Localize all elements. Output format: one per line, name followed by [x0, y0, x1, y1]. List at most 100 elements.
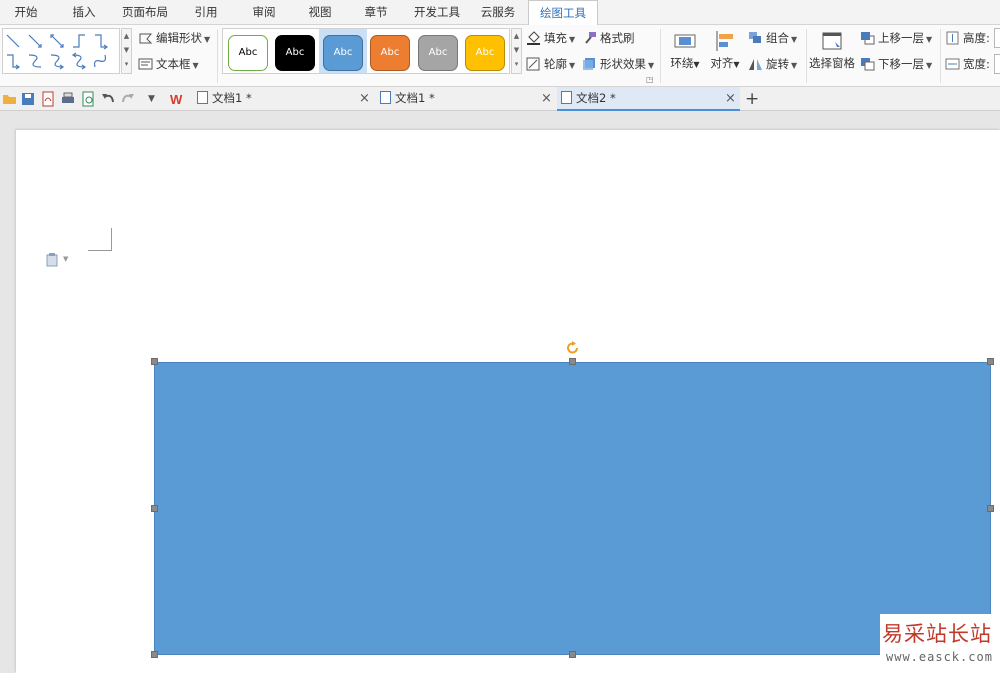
bring-forward-label: 上移一层 [878, 31, 924, 45]
save-icon[interactable] [20, 91, 36, 107]
group-icon [748, 31, 763, 45]
dialog-launcher-icon[interactable]: ◳ [646, 75, 654, 84]
doc-tab-title: 文档1 * [395, 91, 435, 105]
line-shapes-icon [6, 34, 109, 70]
format-painter-button[interactable]: 格式刷 [582, 28, 635, 48]
document-icon [380, 91, 391, 104]
fill-label: 填充 [544, 31, 567, 45]
close-icon[interactable]: × [725, 87, 736, 110]
print-preview-icon[interactable] [80, 91, 96, 107]
wps-logo-icon[interactable]: W [170, 91, 186, 107]
doc-tab-2[interactable]: 文档1 * × [376, 87, 556, 111]
doc-tab-title: 文档1 * [212, 91, 252, 105]
paste-options-icon[interactable] [46, 253, 58, 267]
wrap-label: 环绕 [670, 56, 694, 70]
fill-button[interactable]: 填充 ▼ [526, 28, 575, 48]
outline-icon [526, 57, 541, 71]
resize-handle-bottom-left[interactable] [151, 651, 158, 658]
text-wrap-icon [673, 29, 697, 53]
shape-effects-label: 形状效果 [600, 57, 646, 71]
undo-icon[interactable] [100, 91, 116, 107]
close-icon[interactable]: × [541, 87, 552, 110]
send-backward-icon [860, 57, 875, 71]
bring-forward-icon [860, 31, 875, 45]
watermark-text: 易采站长站 [882, 622, 992, 646]
wrap-button[interactable]: 环绕▼ [668, 29, 702, 71]
send-backward-button[interactable]: 下移一层 ▼ [860, 54, 932, 74]
edit-shape-button[interactable]: 编辑形状 ▼ [138, 28, 210, 48]
height-field: 高度: [945, 28, 990, 48]
line-gallery-scroll[interactable]: ▲ ▼ ▾ [121, 28, 132, 74]
height-icon [945, 31, 960, 45]
close-icon[interactable]: × [359, 87, 370, 110]
tab-chapter[interactable]: 章节 [348, 0, 404, 25]
width-input[interactable] [994, 54, 1000, 74]
selection-pane-button[interactable]: 选择窗格 [808, 29, 856, 71]
customize-dropdown-icon[interactable]: ▼ [148, 91, 164, 107]
rectangle-shape[interactable] [154, 362, 991, 655]
height-input[interactable] [994, 28, 1000, 48]
text-box-icon [138, 57, 153, 71]
new-tab-button[interactable]: + [745, 88, 759, 110]
tab-home[interactable]: 开始 [0, 0, 52, 25]
tab-review[interactable]: 审阅 [236, 0, 292, 25]
style-swatch-gold[interactable]: Abc [465, 35, 505, 71]
tab-insert[interactable]: 插入 [56, 0, 112, 25]
resize-handle-bottom[interactable] [569, 651, 576, 658]
selection-pane-icon [820, 29, 844, 53]
svg-text:W: W [170, 92, 183, 107]
selection-pane-label: 选择窗格 [809, 56, 855, 70]
edit-shape-label: 编辑形状 [156, 31, 202, 45]
style-swatch-gray[interactable]: Abc [418, 35, 458, 71]
group-label: 组合 [766, 31, 789, 45]
tab-cloud[interactable]: 云服务 [470, 0, 526, 25]
quick-access-bar: ▼ W 文档1 * × 文档1 * × 文档2 * × + [0, 87, 1000, 111]
resize-handle-top-left[interactable] [151, 358, 158, 365]
doc-tab-1[interactable]: 文档1 * × [193, 87, 375, 111]
width-label: 宽度: [963, 57, 990, 71]
watermark-url: www.easck.com [886, 650, 993, 664]
tab-view[interactable]: 视图 [292, 0, 348, 25]
shape-effects-button[interactable]: 形状效果 ▼ [582, 54, 654, 74]
resize-handle-top-right[interactable] [987, 358, 994, 365]
print-icon[interactable] [60, 91, 76, 107]
style-swatch-orange[interactable]: Abc [370, 35, 410, 71]
tab-references[interactable]: 引用 [178, 0, 234, 25]
height-label: 高度: [963, 31, 990, 45]
rotate-handle-icon[interactable] [566, 341, 580, 355]
document-icon [197, 91, 208, 104]
resize-handle-right[interactable] [987, 505, 994, 512]
style-swatch-black[interactable]: Abc [275, 35, 315, 71]
group-button[interactable]: 组合 ▼ [748, 28, 797, 48]
bring-forward-button[interactable]: 上移一层 ▼ [860, 28, 932, 48]
fill-bucket-icon [526, 31, 541, 45]
doc-tab-title: 文档2 * [576, 91, 616, 105]
resize-handle-top[interactable] [569, 358, 576, 365]
resize-handle-left[interactable] [151, 505, 158, 512]
width-field: 宽度: [945, 54, 990, 74]
align-button[interactable]: 对齐▼ [708, 29, 742, 71]
line-shape-gallery[interactable] [2, 28, 120, 74]
outline-button[interactable]: 轮廓 ▼ [526, 54, 575, 74]
style-gallery-scroll[interactable]: ▲ ▼ ▾ [511, 28, 522, 74]
export-pdf-icon[interactable] [40, 91, 56, 107]
doc-tab-3[interactable]: 文档2 * × [557, 87, 740, 111]
style-swatch-blue[interactable]: Abc [323, 35, 363, 71]
shape-effects-icon [582, 57, 597, 71]
style-swatch-white[interactable]: Abc [228, 35, 268, 71]
text-box-label: 文本框 [156, 57, 191, 71]
watermark: 易采站长站 www.easck.com [880, 614, 1000, 673]
align-icon [713, 29, 737, 53]
tab-page-layout[interactable]: 页面布局 [116, 0, 174, 25]
open-folder-icon[interactable] [2, 91, 18, 107]
tab-developer[interactable]: 开发工具 [406, 0, 468, 25]
shape-style-gallery[interactable]: Abc Abc Abc Abc Abc Abc [222, 28, 510, 74]
tab-drawing-tools[interactable]: 绘图工具 [528, 0, 598, 26]
align-label: 对齐 [710, 56, 734, 70]
redo-icon[interactable] [120, 91, 136, 107]
text-box-button[interactable]: 文本框 ▼ [138, 54, 199, 74]
format-painter-icon [582, 31, 597, 45]
send-backward-label: 下移一层 [878, 57, 924, 71]
rotate-button[interactable]: 旋转 ▼ [748, 54, 797, 74]
paste-options-dropdown-icon[interactable]: ▼ [63, 255, 68, 263]
